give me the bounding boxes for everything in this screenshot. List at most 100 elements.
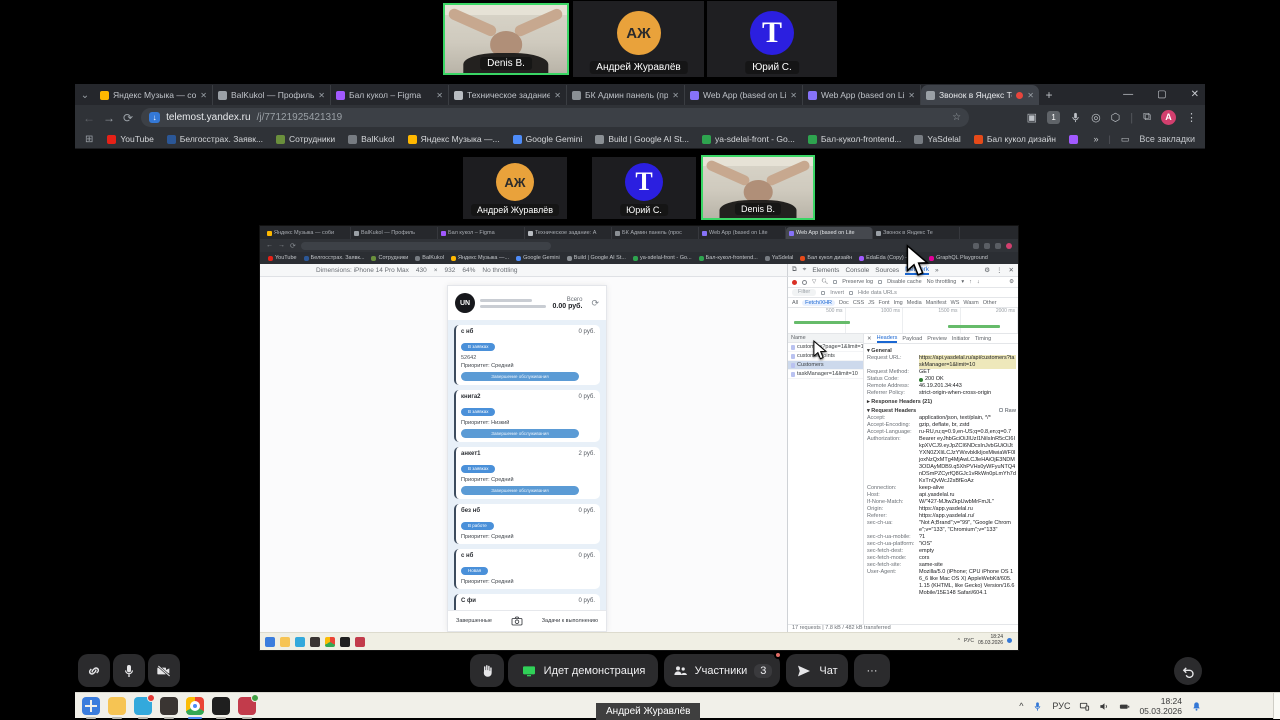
device-toggle-icon[interactable]: ⧉ bbox=[792, 266, 797, 274]
preview-tab[interactable]: Preview bbox=[927, 336, 947, 342]
hide-data-urls-label[interactable]: Hide data URLs bbox=[858, 290, 897, 296]
export-icon[interactable]: ↓ bbox=[977, 279, 980, 285]
type-filter[interactable]: Img bbox=[894, 300, 903, 306]
throttle-dropdown[interactable]: No throttling bbox=[927, 279, 957, 285]
forward-icon[interactable]: → bbox=[103, 111, 115, 125]
extensions-puzzle-icon[interactable]: ⬡ bbox=[1111, 111, 1121, 124]
timing-tab[interactable]: Timing bbox=[975, 336, 991, 342]
participants-button[interactable]: Участники 3 bbox=[664, 654, 780, 687]
task-card[interactable]: анкет1 2 руб. В заявках Приоритет: Средн… bbox=[454, 447, 600, 499]
copy-link-button[interactable] bbox=[78, 654, 110, 687]
type-filter[interactable]: JS bbox=[868, 300, 874, 306]
preserve-log-checkbox[interactable] bbox=[833, 280, 837, 284]
video-tile-andrey[interactable]: АЖ Андрей Журавлёв bbox=[573, 1, 704, 77]
tab-close-icon[interactable]: ✕ bbox=[318, 91, 325, 100]
type-filter[interactable]: Wasm bbox=[963, 300, 978, 306]
devtools-settings-icon[interactable]: ⚙ bbox=[984, 266, 990, 274]
devtools-tab[interactable]: Elements bbox=[812, 267, 839, 274]
invert-label[interactable]: Invert bbox=[830, 290, 844, 296]
type-filter[interactable]: WS bbox=[951, 300, 960, 306]
stage-tile-denis[interactable]: Denis B. bbox=[701, 155, 815, 220]
bookmark-item[interactable]: Build | Google AI St... bbox=[595, 134, 689, 144]
profile-avatar[interactable]: A bbox=[1161, 110, 1176, 125]
taskbar-app-icon[interactable] bbox=[82, 697, 100, 715]
raw-checkbox[interactable] bbox=[999, 408, 1003, 412]
tab-close-icon[interactable]: ✕ bbox=[790, 91, 797, 100]
record-icon[interactable] bbox=[792, 280, 797, 285]
taskbar-app-icon[interactable] bbox=[238, 697, 256, 715]
invert-checkbox[interactable] bbox=[821, 291, 825, 295]
footer-tab-completed[interactable]: Завершенные bbox=[456, 618, 492, 624]
camera-off-button[interactable] bbox=[148, 654, 180, 687]
camera-icon[interactable] bbox=[511, 615, 523, 627]
devtools-tabs-overflow[interactable]: » bbox=[935, 267, 939, 274]
type-filter[interactable]: Manifest bbox=[926, 300, 947, 306]
refresh-icon[interactable]: ⟳ bbox=[591, 298, 599, 309]
inspect-icon[interactable]: ⌖ bbox=[803, 266, 807, 274]
tab-search-chevron-icon[interactable]: ⌄ bbox=[75, 87, 95, 105]
bookmark-item[interactable]: YouTube bbox=[107, 134, 153, 144]
viewport-height[interactable]: 932 bbox=[445, 267, 456, 274]
side-panel-icon[interactable]: ▣ bbox=[1027, 111, 1037, 124]
device-throttle[interactable]: No throttling bbox=[482, 267, 517, 274]
browser-tab[interactable]: Звонок в Яндекс Те ✕ bbox=[921, 85, 1039, 105]
show-desktop-strip[interactable] bbox=[1273, 693, 1280, 719]
type-filter[interactable]: Fetch/XHR bbox=[802, 300, 835, 306]
bookmark-item[interactable]: Сотрудники bbox=[276, 134, 335, 144]
chat-button[interactable]: Чат bbox=[786, 654, 848, 687]
type-filter[interactable]: CSS bbox=[853, 300, 864, 306]
browser-tab[interactable]: Бал кукол – Figma ✕ bbox=[331, 85, 449, 105]
notification-bell-icon[interactable] bbox=[1191, 701, 1202, 712]
tab-close-icon[interactable]: ✕ bbox=[436, 91, 443, 100]
bookmark-item[interactable]: EdaEda (Copy) – Fig... bbox=[1069, 134, 1081, 144]
all-bookmarks-label[interactable]: Все закладки bbox=[1139, 134, 1195, 144]
general-section-title[interactable]: ▾ General bbox=[867, 348, 1016, 355]
extension-icon[interactable]: 1 bbox=[1047, 111, 1060, 124]
clear-icon[interactable] bbox=[802, 280, 807, 285]
filter-input[interactable]: Filter bbox=[792, 289, 816, 296]
devtools-tab[interactable]: Sources bbox=[875, 267, 899, 274]
device-zoom[interactable]: 64% bbox=[462, 267, 475, 274]
request-headers-title[interactable]: ▾ Request Headers Raw bbox=[867, 408, 1016, 415]
devtools-tab[interactable]: Console bbox=[845, 267, 869, 274]
devtools-menu-icon[interactable]: ⋮ bbox=[996, 266, 1003, 274]
bookmark-item[interactable]: Бал-кукол-frontend... bbox=[808, 134, 902, 144]
taskbar-app-icon[interactable] bbox=[186, 697, 204, 715]
bookmark-item[interactable]: Яндекс Музыка —... bbox=[408, 134, 500, 144]
tray-chevron-icon[interactable]: ^ bbox=[1019, 701, 1023, 711]
bookmark-item[interactable]: Белгосстрах. Заявк... bbox=[167, 134, 263, 144]
search-icon[interactable]: 🔍︎ bbox=[821, 279, 828, 285]
bookmark-star-icon[interactable]: ☆ bbox=[952, 112, 961, 123]
reload-icon[interactable]: ⟳ bbox=[123, 111, 133, 125]
bookmark-item[interactable]: BalKukol bbox=[348, 134, 395, 144]
volume-icon[interactable] bbox=[1099, 701, 1110, 712]
task-card[interactable]: с нб 0 руб. Новая Приоритет: Средний bbox=[454, 549, 600, 589]
back-icon[interactable]: ← bbox=[83, 111, 95, 125]
browser-tab[interactable]: Яндекс Музыка — соби ✕ bbox=[95, 85, 213, 105]
screen-share-button[interactable]: Идет демонстрация bbox=[508, 654, 658, 687]
close-pane-icon[interactable]: ✕ bbox=[867, 336, 872, 342]
browser-tab[interactable]: BalKukol — Профиль ✕ bbox=[213, 85, 331, 105]
browser-tab[interactable]: БК Админ панель (прос ✕ bbox=[567, 85, 685, 105]
video-tile-yuri[interactable]: T Юрий С. bbox=[707, 1, 837, 77]
stage-tile-andrey[interactable]: АЖ Андрей Журавлёв bbox=[463, 157, 567, 219]
tab-close-icon[interactable]: ✕ bbox=[672, 91, 679, 100]
import-icon[interactable]: ↑ bbox=[969, 279, 972, 285]
taskbar-app-icon[interactable] bbox=[134, 697, 152, 715]
close-button[interactable]: ✕ bbox=[1191, 89, 1199, 100]
browser-tab[interactable]: Web App (based on Lite ✕ bbox=[803, 85, 921, 105]
devtools-close-icon[interactable]: ✕ bbox=[1009, 266, 1014, 274]
filter-toggle-icon[interactable]: ▽ bbox=[812, 279, 816, 285]
request-row[interactable]: taskManager=1&limit=10 bbox=[788, 370, 863, 379]
bookmark-item[interactable]: Бал кукол дизайн bbox=[974, 134, 1056, 144]
bookmark-item[interactable]: YaSdelal bbox=[914, 134, 960, 144]
network-settings-icon[interactable]: ⚙ bbox=[1009, 279, 1014, 285]
network-icon[interactable] bbox=[1079, 701, 1090, 712]
taskbar-app-icon[interactable] bbox=[160, 697, 178, 715]
task-card[interactable]: без нб 0 руб. В работе Приоритет: Средни… bbox=[454, 504, 600, 544]
tray-mic-icon[interactable] bbox=[1032, 701, 1043, 712]
request-row[interactable]: Customers bbox=[788, 361, 863, 370]
bookmark-item[interactable]: ya-sdelal-front - Go... bbox=[702, 134, 795, 144]
hide-data-urls-checkbox[interactable] bbox=[849, 291, 853, 295]
address-bar[interactable]: ↓ telemost.yandex.ru/j/77121925421319 ☆ bbox=[141, 108, 969, 127]
